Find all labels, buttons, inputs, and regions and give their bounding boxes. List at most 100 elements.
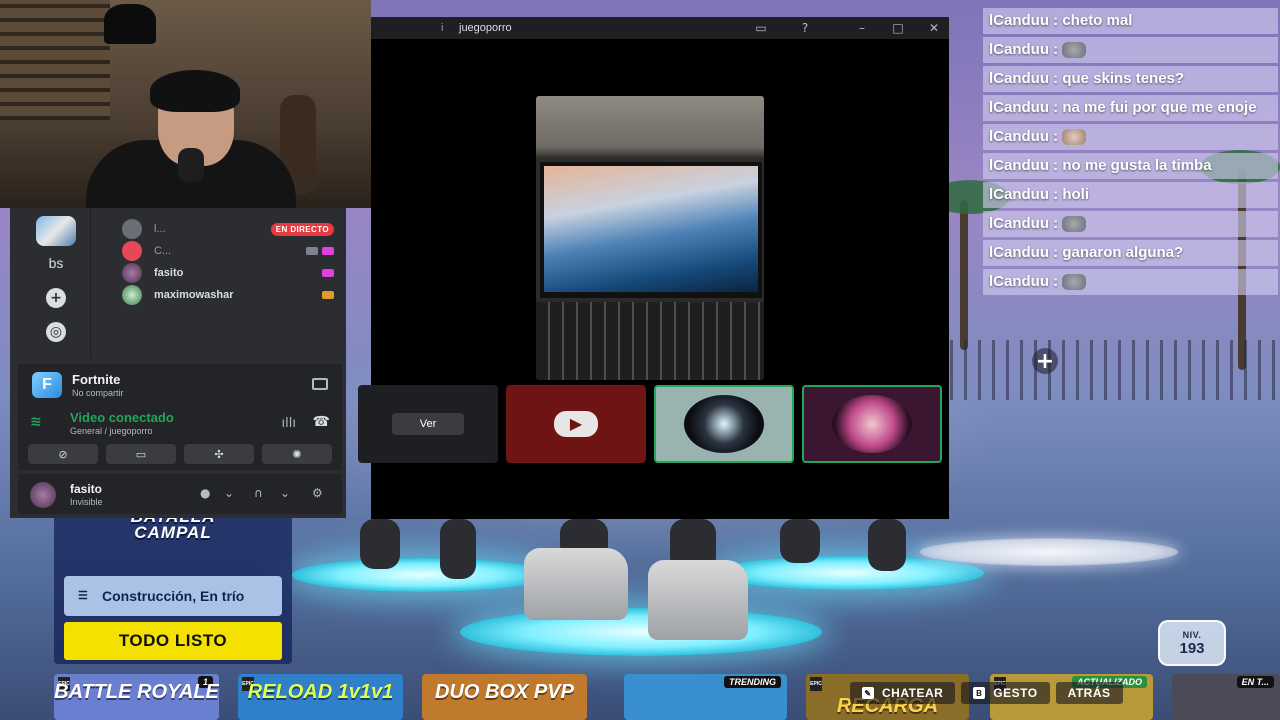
game-activity: F Fortnite No compartir [18,364,342,406]
voice-user[interactable]: l... EN DIRECTO [122,218,334,240]
server-list: bs + ◎ [24,208,88,358]
camera-off-button[interactable]: ⊘ [28,444,98,464]
participant-tile[interactable]: Ver [358,385,498,463]
chat-message: lCanduu : na me fui por que me enoje [983,95,1278,121]
fortnite-icon: F [32,372,62,398]
tile-title: BATTLE ROYALE [54,681,219,703]
add-server-icon[interactable]: + [46,288,66,308]
participant-tile[interactable] [654,385,794,463]
mode-card: BATALLA CAMPAL ☰ Construcción, En trío T… [54,512,292,664]
chat-user: lCanduu [989,157,1049,174]
microphone [178,148,204,182]
avatar [122,285,142,305]
tile-title: DUO BOX PVP [435,681,574,703]
tile-trending[interactable]: TRENDING [624,674,787,720]
fence [950,340,1280,400]
character-leg [440,519,476,579]
ready-button[interactable]: TODO LISTO [64,622,282,660]
voice-user[interactable]: C... [122,240,334,262]
voice-user-list: l... EN DIRECTO C... fasito maximowashar [122,218,334,306]
tile-battle-royale[interactable]: EPIC 1 BATTLE ROYALE [54,674,219,720]
back-action[interactable]: ATRÁS [1055,682,1123,704]
headphones-icon[interactable]: ∩ [254,486,263,500]
chat-user: lCanduu [989,244,1049,261]
epic-logo: EPIC [810,677,822,691]
chat-message: lCanduu : [983,37,1278,63]
signal-icon: ≋ [30,414,42,430]
emote-action-label: GESTO [993,686,1038,700]
palm-trunk [960,200,968,350]
laptop-wallpaper [544,166,758,292]
chat-text: cheto mal [1062,12,1133,29]
screen-share-stream[interactable] [536,96,764,380]
noise-suppression-icon[interactable]: ıllı [282,416,296,431]
share-screen-icon[interactable] [312,378,328,390]
microphone-icon[interactable]: ● [200,486,210,500]
screen-share-button[interactable]: ▭ [106,444,176,464]
disconnect-icon[interactable]: ☎ [313,414,330,430]
server-avatar[interactable] [36,216,76,246]
tile-reload[interactable]: EPIC RELOAD 1v1v1 [238,674,403,720]
participant-tile[interactable]: ▶ [506,385,646,463]
character-shoe [648,560,748,640]
character-pad [460,608,822,656]
participant-tile[interactable] [802,385,942,463]
chevron-down-icon[interactable]: ⌄ [280,486,290,500]
settings-icon[interactable]: ⚙ [312,486,323,500]
sliders-icon: ☰ [78,590,88,602]
user-name: fasito [70,482,103,496]
call-titlebar: i juegoporro ▭ ? – □ ✕ [371,17,949,39]
character-pad [920,538,1178,566]
cat-emote [1062,129,1087,146]
user-avatar[interactable] [30,482,56,508]
tile-duo-box-pvp[interactable]: DUO BOX PVP [422,674,587,720]
level-badge[interactable]: NIV. 193 [1158,620,1226,666]
emote-key: B [973,687,986,699]
laptop-screen [540,162,762,298]
avatar [832,395,912,453]
live-badge: EN DIRECTO [270,222,334,236]
tile-en-tendencia[interactable]: EN T... [1172,674,1280,720]
server-bs[interactable]: bs [36,252,76,274]
chat-text: holi [1062,186,1090,203]
chat-message: lCanduu : [983,124,1278,150]
mode-option-button[interactable]: ☰ Construcción, En trío [64,576,282,616]
tile-badge: TRENDING [724,676,781,688]
watch-stream-button[interactable]: Ver [392,413,464,435]
chat-message: lCanduu : holi [983,182,1278,208]
emote-action[interactable]: B GESTO [961,682,1050,704]
chat-text: ganaron alguna? [1062,244,1184,261]
help-icon[interactable]: ? [796,20,814,36]
activity-status: No compartir [72,388,124,398]
mode-title-line2: CAMPAL [134,523,212,542]
channel-hash: i [441,22,444,34]
character-shoe [524,548,628,620]
voice-connection: ≋ Video conectado General / juegoporro ı… [18,406,342,440]
add-friend-icon[interactable]: + [1032,348,1058,374]
close-icon[interactable]: ✕ [925,20,943,36]
chat-message: lCanduu : cheto mal [983,8,1278,34]
voice-user[interactable]: fasito [122,262,334,284]
rat-emote [1062,216,1087,233]
chat-user: lCanduu [989,12,1049,29]
chat-action[interactable]: ✎ CHATEAR [850,682,956,704]
chat-message: lCanduu : [983,269,1278,295]
chat-text: que skins tenes? [1062,70,1185,87]
chat-user: lCanduu [989,41,1049,58]
headset-silhouette [104,4,156,44]
activities-button[interactable]: ✣ [184,444,254,464]
voice-user[interactable]: maximowashar [122,284,334,306]
user-status: Invisible [70,497,103,507]
soundboard-button[interactable]: ✺ [262,444,332,464]
discord-panel: bs + ◎ l... EN DIRECTO C... fasito maxim… [10,208,346,518]
nitro-icon [322,247,334,255]
avatar [122,219,142,239]
chat-user: lCanduu [989,273,1049,290]
discover-icon[interactable]: ◎ [46,322,66,342]
window-blinds [0,0,110,120]
minimize-icon[interactable]: – [853,20,871,36]
camera-icon: ▶ [554,411,598,437]
chevron-down-icon[interactable]: ⌄ [224,486,234,500]
maximize-icon[interactable]: □ [889,20,907,36]
inbox-icon[interactable]: ▭ [752,20,770,36]
